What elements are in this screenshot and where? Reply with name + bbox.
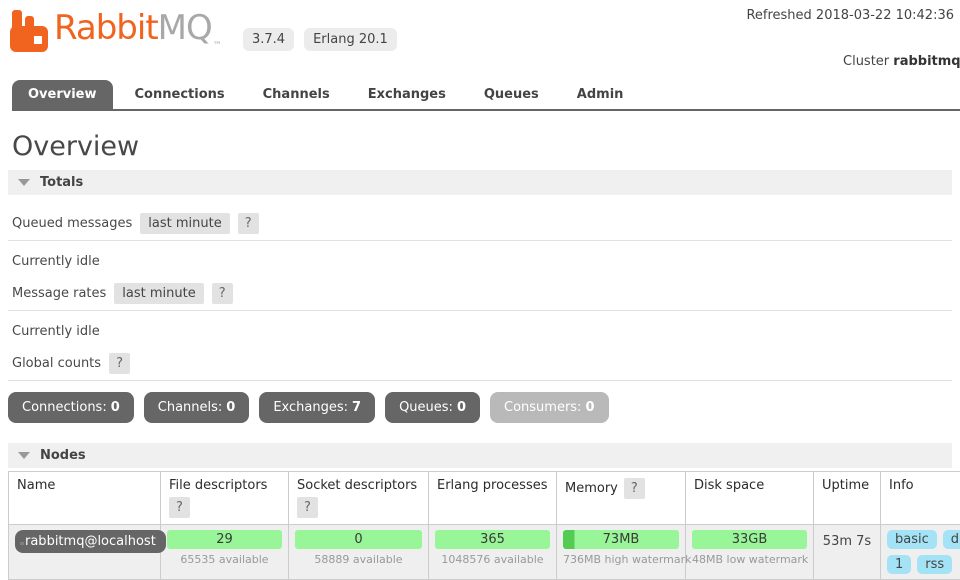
disk-space-watermark: 48MB low watermark — [692, 553, 807, 566]
rabbitmq-logo[interactable]: RabbitMQ ™ — [10, 6, 222, 57]
node-row: rabbitmq@localhost 29 65535 available 0 … — [9, 525, 960, 580]
global-count-buttons: Connections:0 Channels:0 Exchanges:7 Que… — [8, 392, 960, 423]
queued-rate-mode-badge[interactable]: last minute — [140, 213, 229, 234]
global-counts-help-icon[interactable]: ? — [109, 353, 130, 374]
col-header-disk-space: Disk space — [686, 472, 814, 525]
totals-section-title: Totals — [40, 175, 83, 190]
file-descriptors-available: 65535 available — [167, 553, 282, 566]
disk-space-cell: 33GB 48MB low watermark — [686, 525, 814, 580]
memory-watermark: 736MB high watermark — [563, 553, 679, 566]
socket-descriptors-bar: 0 — [295, 530, 422, 549]
queued-help-icon[interactable]: ? — [238, 213, 259, 234]
info-tag-rss: rss — [917, 555, 952, 574]
socket-descriptors-available: 58889 available — [295, 553, 422, 566]
info-tag-basic: basic — [887, 530, 937, 549]
rates-rate-mode-badge[interactable]: last minute — [114, 283, 203, 304]
cluster-value: rabbitmq@localhost — [893, 54, 960, 69]
rates-idle-status: Currently idle — [12, 324, 960, 339]
cluster-name: Cluster rabbitmq@localhost — [843, 54, 960, 69]
nodes-section-header[interactable]: Nodes — [8, 443, 952, 468]
socket-descriptors-help-icon[interactable]: ? — [297, 497, 318, 518]
rates-help-icon[interactable]: ? — [212, 283, 233, 304]
info-tag-disc: disc — [943, 530, 960, 549]
channels-count-button[interactable]: Channels:0 — [144, 392, 250, 423]
refreshed-timestamp: Refreshed 2018-03-22 10:42:36 — [746, 8, 954, 23]
global-counts-heading: Global counts ? — [8, 351, 952, 381]
file-descriptors-help-icon[interactable]: ? — [169, 497, 190, 518]
logo-wordmark: RabbitMQ — [54, 6, 212, 50]
logo-text-rabbit: Rabbit — [54, 8, 158, 48]
main-nav-tabs: Overview Connections Channels Exchanges … — [12, 80, 960, 111]
col-header-uptime: Uptime — [814, 472, 881, 525]
tab-channels[interactable]: Channels — [247, 80, 346, 109]
erlang-processes-cell: 365 1048576 available — [429, 525, 557, 580]
col-header-socket-descriptors: Socket descriptors? — [289, 472, 429, 525]
nodes-table: Name File descriptors? Socket descriptor… — [8, 471, 960, 580]
col-header-file-descriptors: File descriptors? — [161, 472, 289, 525]
message-rates-label: Message rates — [12, 286, 106, 301]
totals-section-header[interactable]: Totals — [8, 170, 952, 195]
nodes-table-header-row: Name File descriptors? Socket descriptor… — [9, 472, 960, 525]
tab-overview[interactable]: Overview — [12, 80, 113, 109]
queued-idle-status: Currently idle — [12, 254, 960, 269]
erlang-version-badge: Erlang 20.1 — [304, 28, 397, 51]
queued-messages-label: Queued messages — [12, 216, 132, 231]
queues-count-button[interactable]: Queues:0 — [385, 392, 480, 423]
file-descriptors-cell: 29 65535 available — [161, 525, 289, 580]
version-badges: 3.7.4 Erlang 20.1 — [243, 28, 397, 51]
node-name-cell: rabbitmq@localhost — [9, 525, 161, 580]
tab-admin[interactable]: Admin — [561, 80, 640, 109]
erlang-processes-bar: 365 — [435, 530, 550, 549]
cluster-label: Cluster — [843, 54, 893, 69]
col-header-info: Info — [881, 472, 960, 525]
page-title: Overview — [12, 131, 960, 162]
socket-descriptors-cell: 0 58889 available — [289, 525, 429, 580]
memory-usage-bar: 73MB — [563, 530, 679, 549]
logo-trademark: ™ — [213, 41, 222, 51]
global-counts-label: Global counts — [12, 356, 101, 371]
erlang-processes-available: 1048576 available — [435, 553, 550, 566]
logo-text-mq: MQ — [158, 8, 212, 48]
memory-cell: 73MB 736MB high watermark — [557, 525, 686, 580]
message-rates-heading: Message rates last minute ? — [8, 281, 952, 311]
col-header-erlang-processes: Erlang processes — [429, 472, 557, 525]
info-tags: basic disc 1 rss — [887, 530, 960, 574]
collapse-triangle-icon — [18, 179, 30, 186]
tab-queues[interactable]: Queues — [468, 80, 555, 109]
exchanges-count-button[interactable]: Exchanges:7 — [259, 392, 375, 423]
info-cell: basic disc 1 rss — [881, 525, 960, 580]
rabbitmq-logo-icon — [10, 6, 50, 57]
uptime-cell: 53m 7s — [814, 525, 881, 580]
app-header: RabbitMQ ™ 3.7.4 Erlang 20.1 Refreshed 2… — [0, 0, 960, 68]
queued-messages-heading: Queued messages last minute ? — [8, 211, 952, 241]
connections-count-button[interactable]: Connections:0 — [8, 392, 134, 423]
col-header-memory: Memory? — [557, 472, 686, 525]
memory-help-icon[interactable]: ? — [624, 478, 645, 499]
nodes-section-title: Nodes — [40, 448, 86, 463]
tab-exchanges[interactable]: Exchanges — [352, 80, 462, 109]
consumers-count-button: Consumers:0 — [490, 392, 609, 423]
col-header-name: Name — [9, 472, 161, 525]
info-tag-1: 1 — [887, 555, 911, 574]
disk-space-bar: 33GB — [692, 530, 807, 549]
rabbitmq-version-badge: 3.7.4 — [243, 28, 294, 51]
tab-connections[interactable]: Connections — [119, 80, 241, 109]
collapse-triangle-icon — [18, 452, 30, 459]
next-section-partial-indicator — [20, 542, 24, 545]
file-descriptors-bar: 29 — [167, 530, 282, 549]
node-name-badge[interactable]: rabbitmq@localhost — [15, 530, 166, 553]
